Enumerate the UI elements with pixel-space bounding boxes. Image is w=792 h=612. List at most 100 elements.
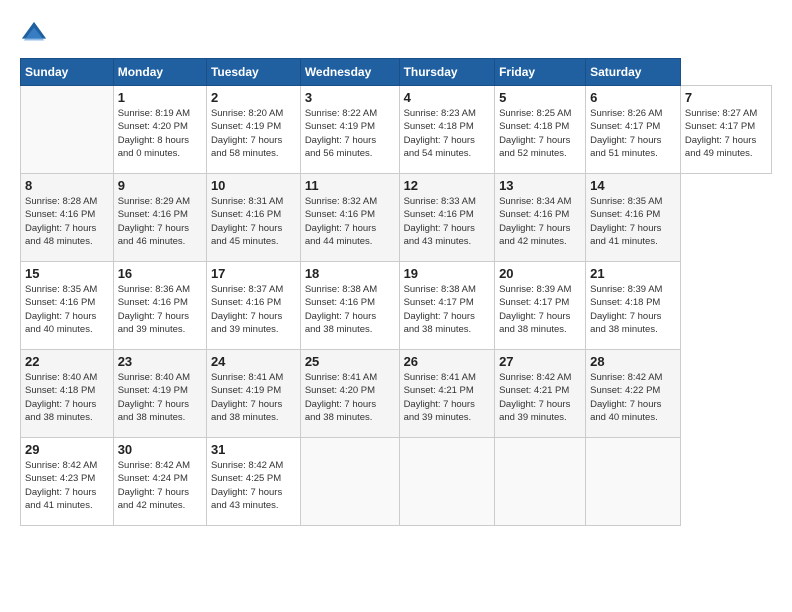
day-cell [586, 438, 681, 526]
day-number: 11 [305, 178, 395, 193]
day-info: Sunrise: 8:22 AMSunset: 4:19 PMDaylight:… [305, 107, 395, 160]
day-info: Sunrise: 8:35 AMSunset: 4:16 PMDaylight:… [590, 195, 676, 248]
weekday-header-thursday: Thursday [399, 59, 495, 86]
day-info: Sunrise: 8:36 AMSunset: 4:16 PMDaylight:… [118, 283, 202, 336]
day-info: Sunrise: 8:42 AMSunset: 4:21 PMDaylight:… [499, 371, 581, 424]
day-cell: 13 Sunrise: 8:34 AMSunset: 4:16 PMDayligh… [495, 174, 586, 262]
week-row-3: 22 Sunrise: 8:40 AMSunset: 4:18 PMDayligh… [21, 350, 772, 438]
day-number: 16 [118, 266, 202, 281]
day-number: 23 [118, 354, 202, 369]
day-number: 15 [25, 266, 109, 281]
day-number: 24 [211, 354, 296, 369]
day-cell [21, 86, 114, 174]
day-number: 12 [404, 178, 491, 193]
day-info: Sunrise: 8:28 AMSunset: 4:16 PMDaylight:… [25, 195, 109, 248]
day-number: 29 [25, 442, 109, 457]
day-cell [495, 438, 586, 526]
weekday-header-row: SundayMondayTuesdayWednesdayThursdayFrid… [21, 59, 772, 86]
day-number: 21 [590, 266, 676, 281]
day-number: 27 [499, 354, 581, 369]
day-info: Sunrise: 8:23 AMSunset: 4:18 PMDaylight:… [404, 107, 491, 160]
logo [20, 20, 52, 48]
day-number: 10 [211, 178, 296, 193]
weekday-header-saturday: Saturday [586, 59, 681, 86]
day-number: 8 [25, 178, 109, 193]
header [20, 20, 772, 48]
day-cell: 7 Sunrise: 8:27 AMSunset: 4:17 PMDaylight… [680, 86, 771, 174]
day-number: 18 [305, 266, 395, 281]
day-cell: 24 Sunrise: 8:41 AMSunset: 4:19 PMDayligh… [206, 350, 300, 438]
day-info: Sunrise: 8:40 AMSunset: 4:18 PMDaylight:… [25, 371, 109, 424]
day-cell [399, 438, 495, 526]
day-cell: 26Sunrise: 8:41 AMSunset: 4:21 PMDayligh… [399, 350, 495, 438]
day-cell: 31 Sunrise: 8:42 AMSunset: 4:25 PMDayligh… [206, 438, 300, 526]
day-number: 22 [25, 354, 109, 369]
day-info: Sunrise: 8:38 AMSunset: 4:16 PMDaylight:… [305, 283, 395, 336]
day-cell: 22 Sunrise: 8:40 AMSunset: 4:18 PMDayligh… [21, 350, 114, 438]
day-info: Sunrise: 8:19 AMSunset: 4:20 PMDaylight:… [118, 107, 202, 160]
day-cell: 29Sunrise: 8:42 AMSunset: 4:23 PMDayligh… [21, 438, 114, 526]
day-info: Sunrise: 8:38 AMSunset: 4:17 PMDaylight:… [404, 283, 491, 336]
day-cell: 20Sunrise: 8:39 AMSunset: 4:17 PMDayligh… [495, 262, 586, 350]
logo-icon [20, 20, 48, 48]
weekday-header-sunday: Sunday [21, 59, 114, 86]
day-number: 2 [211, 90, 296, 105]
day-cell: 5Sunrise: 8:25 AMSunset: 4:18 PMDaylight… [495, 86, 586, 174]
day-number: 30 [118, 442, 202, 457]
week-row-4: 29Sunrise: 8:42 AMSunset: 4:23 PMDayligh… [21, 438, 772, 526]
day-info: Sunrise: 8:42 AMSunset: 4:25 PMDaylight:… [211, 459, 296, 512]
day-info: Sunrise: 8:34 AMSunset: 4:16 PMDaylight:… [499, 195, 581, 248]
day-cell: 30 Sunrise: 8:42 AMSunset: 4:24 PMDayligh… [113, 438, 206, 526]
day-cell: 4 Sunrise: 8:23 AMSunset: 4:18 PMDaylight… [399, 86, 495, 174]
day-cell: 28Sunrise: 8:42 AMSunset: 4:22 PMDayligh… [586, 350, 681, 438]
day-info: Sunrise: 8:32 AMSunset: 4:16 PMDaylight:… [305, 195, 395, 248]
day-info: Sunrise: 8:31 AMSunset: 4:16 PMDaylight:… [211, 195, 296, 248]
day-number: 4 [404, 90, 491, 105]
day-cell: 19 Sunrise: 8:38 AMSunset: 4:17 PMDayligh… [399, 262, 495, 350]
day-cell: 3 Sunrise: 8:22 AMSunset: 4:19 PMDaylight… [300, 86, 399, 174]
day-number: 3 [305, 90, 395, 105]
day-cell: 25Sunrise: 8:41 AMSunset: 4:20 PMDayligh… [300, 350, 399, 438]
day-number: 13 [499, 178, 581, 193]
day-info: Sunrise: 8:29 AMSunset: 4:16 PMDaylight:… [118, 195, 202, 248]
day-cell: 9Sunrise: 8:29 AMSunset: 4:16 PMDaylight… [113, 174, 206, 262]
week-row-0: 1 Sunrise: 8:19 AMSunset: 4:20 PMDaylight… [21, 86, 772, 174]
day-cell: 27 Sunrise: 8:42 AMSunset: 4:21 PMDayligh… [495, 350, 586, 438]
day-info: Sunrise: 8:42 AMSunset: 4:24 PMDaylight:… [118, 459, 202, 512]
calendar: SundayMondayTuesdayWednesdayThursdayFrid… [20, 58, 772, 526]
day-info: Sunrise: 8:27 AMSunset: 4:17 PMDaylight:… [685, 107, 767, 160]
day-cell: 15 Sunrise: 8:35 AMSunset: 4:16 PMDayligh… [21, 262, 114, 350]
day-cell: 18 Sunrise: 8:38 AMSunset: 4:16 PMDayligh… [300, 262, 399, 350]
day-number: 31 [211, 442, 296, 457]
day-number: 20 [499, 266, 581, 281]
day-number: 19 [404, 266, 491, 281]
day-number: 1 [118, 90, 202, 105]
week-row-1: 8 Sunrise: 8:28 AMSunset: 4:16 PMDaylight… [21, 174, 772, 262]
day-cell: 11 Sunrise: 8:32 AMSunset: 4:16 PMDayligh… [300, 174, 399, 262]
day-info: Sunrise: 8:39 AMSunset: 4:18 PMDaylight:… [590, 283, 676, 336]
day-cell: 21 Sunrise: 8:39 AMSunset: 4:18 PMDayligh… [586, 262, 681, 350]
day-number: 7 [685, 90, 767, 105]
day-cell: 23Sunrise: 8:40 AMSunset: 4:19 PMDayligh… [113, 350, 206, 438]
week-row-2: 15 Sunrise: 8:35 AMSunset: 4:16 PMDayligh… [21, 262, 772, 350]
day-cell: 17Sunrise: 8:37 AMSunset: 4:16 PMDayligh… [206, 262, 300, 350]
page: SundayMondayTuesdayWednesdayThursdayFrid… [0, 0, 792, 612]
day-number: 28 [590, 354, 676, 369]
day-info: Sunrise: 8:37 AMSunset: 4:16 PMDaylight:… [211, 283, 296, 336]
day-cell: 12Sunrise: 8:33 AMSunset: 4:16 PMDayligh… [399, 174, 495, 262]
day-cell: 6 Sunrise: 8:26 AMSunset: 4:17 PMDaylight… [586, 86, 681, 174]
day-cell: 1 Sunrise: 8:19 AMSunset: 4:20 PMDaylight… [113, 86, 206, 174]
day-number: 6 [590, 90, 676, 105]
weekday-header-wednesday: Wednesday [300, 59, 399, 86]
day-cell: 2 Sunrise: 8:20 AMSunset: 4:19 PMDaylight… [206, 86, 300, 174]
weekday-header-tuesday: Tuesday [206, 59, 300, 86]
day-info: Sunrise: 8:41 AMSunset: 4:19 PMDaylight:… [211, 371, 296, 424]
day-number: 5 [499, 90, 581, 105]
day-cell: 10 Sunrise: 8:31 AMSunset: 4:16 PMDayligh… [206, 174, 300, 262]
day-number: 14 [590, 178, 676, 193]
day-info: Sunrise: 8:20 AMSunset: 4:19 PMDaylight:… [211, 107, 296, 160]
day-cell: 16 Sunrise: 8:36 AMSunset: 4:16 PMDayligh… [113, 262, 206, 350]
day-info: Sunrise: 8:26 AMSunset: 4:17 PMDaylight:… [590, 107, 676, 160]
day-cell: 14 Sunrise: 8:35 AMSunset: 4:16 PMDayligh… [586, 174, 681, 262]
day-info: Sunrise: 8:35 AMSunset: 4:16 PMDaylight:… [25, 283, 109, 336]
